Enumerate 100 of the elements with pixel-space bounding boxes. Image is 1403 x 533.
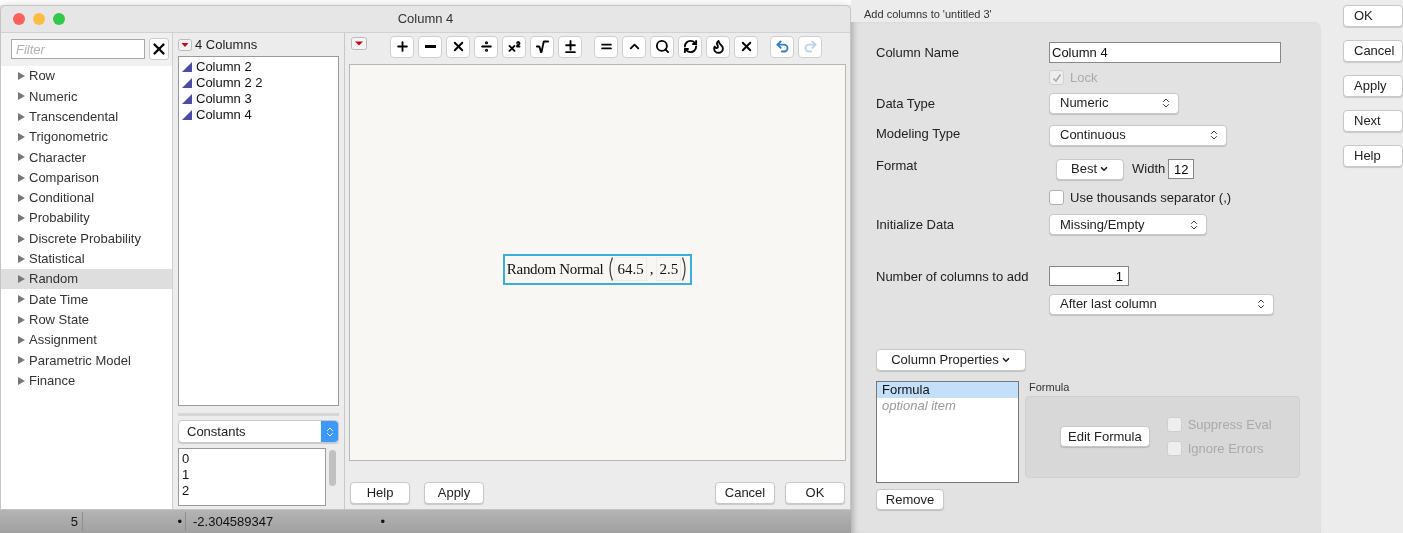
column-item[interactable]: Column 4 [182,107,338,123]
refresh-icon [682,39,698,55]
function-group-item[interactable]: Parametric Model [1,350,172,371]
data-type-select[interactable]: Numeric [1049,92,1179,114]
modeling-type-select[interactable]: Continuous [1049,124,1227,146]
remove-button[interactable]: Remove [876,488,944,510]
dialog-button[interactable]: Apply [1343,75,1403,97]
edit-formula-button[interactable]: Edit Formula [1060,426,1150,447]
toolbar-button[interactable] [678,35,702,58]
format-menu-button[interactable]: Best [1056,158,1124,180]
toolbar-button[interactable] [622,35,646,58]
function-group-item[interactable]: Statistical [1,248,172,269]
toolbar-button[interactable] [594,35,618,58]
disclosure-triangle-icon [18,234,25,243]
dialog-button[interactable]: OK [1343,5,1403,27]
constant-item[interactable]: 2 [182,483,325,499]
undo-icon [774,39,790,55]
column-name-field[interactable]: Column 4 [1049,42,1281,63]
toolbar-button[interactable] [446,35,470,58]
argument-slot[interactable]: 64.5 [614,256,647,282]
checkbox-label: Lock [1070,69,1098,87]
stepper-icon [1160,97,1172,109]
constant-item[interactable]: 0 [182,451,325,467]
dialog-button[interactable]: Help [350,482,410,505]
disclosure-triangle-icon [18,315,25,324]
function-group-item[interactable]: Conditional [1,187,172,209]
column-item[interactable]: Column 3 [182,91,338,107]
field-label: Modeling Type [876,124,962,143]
function-name: Random Normal [506,259,604,279]
superscript-icon [506,39,522,55]
constants-select[interactable]: Constants [178,420,339,443]
function-group-item[interactable]: Character [1,147,172,168]
property-item[interactable]: Formula [877,381,1018,398]
table-cell: • [82,511,185,532]
dialog-button[interactable]: Cancel [1343,40,1403,62]
window-title: Column 4 [397,10,454,29]
position-select[interactable]: After last column [1049,293,1274,315]
disclosure-triangle-icon [18,356,25,365]
field-label: Width [1132,160,1166,179]
columns-menu-button[interactable]: 4 Columns [178,35,258,55]
redo-icon [802,39,818,55]
disclosure-triangle-icon [18,254,25,263]
function-group-item[interactable]: Random [1,268,172,290]
column-item[interactable]: Column 2 2 [182,75,338,91]
field-label: Initialize Data [876,216,956,234]
function-group-item[interactable]: Date Time [1,289,172,310]
stepper-icon [1188,218,1200,231]
dialog-button[interactable]: Help [1343,145,1403,167]
group-title: Formula [1028,380,1071,394]
toolbar-button[interactable] [390,35,414,58]
column-properties-button[interactable]: Column Properties [876,348,1026,371]
dialog-button[interactable]: OK [785,482,845,505]
toolbar-button[interactable] [474,35,498,58]
width-field[interactable]: 12 [1168,159,1195,179]
toolbar-button[interactable] [418,35,442,58]
filter-field[interactable]: Filter [11,39,145,59]
constant-item[interactable]: 1 [182,467,325,483]
function-group-item[interactable]: Row [1,66,172,87]
function-group-item[interactable]: Numeric [1,86,172,107]
disclosure-triangle-icon [18,214,25,223]
field-label: Number of columns to add [876,268,1030,286]
argument-separator: , [649,259,654,279]
table-cell-text: • [379,512,386,531]
dialog-button[interactable]: Next [1343,110,1403,132]
toolbar-button[interactable] [706,35,730,58]
row-number: 5 [69,512,79,531]
function-group-item[interactable]: Discrete Probability [1,228,172,249]
checkbox[interactable] [1049,189,1064,205]
initialize-data-select[interactable]: Missing/Empty [1049,214,1207,235]
toolbar-button[interactable] [530,35,554,58]
formula-expression[interactable]: Random Normal 64.5 , 2.5 [502,253,693,285]
column-item[interactable]: Column 2 [182,59,338,75]
dropdown-icon[interactable] [351,37,367,51]
function-group-item[interactable]: Row State [1,309,172,330]
dialog-button[interactable]: Cancel [715,482,775,505]
toolbar-button[interactable] [502,35,526,58]
function-group-item[interactable]: Trigonometric [1,126,172,148]
dialog-title: Add columns to 'untitled 3' [863,7,993,22]
disclosure-triangle-icon [18,92,25,101]
toolbar-button[interactable] [558,35,582,58]
disclosure-triangle-icon [18,336,25,344]
scrollbar-thumb[interactable] [329,450,336,486]
clear-filter-button[interactable] [149,38,169,60]
column-count-field[interactable]: 1 [1049,266,1129,286]
function-group-item[interactable]: Probability [1,208,172,229]
argument-slot[interactable]: 2.5 [656,256,682,282]
disclosure-triangle-icon [18,72,25,81]
function-group-item[interactable]: Finance [1,370,172,391]
toolbar-button[interactable] [650,35,674,58]
close-icon [150,40,168,58]
function-group-item[interactable]: Assignment [1,329,172,351]
function-group-item[interactable]: Transcendental [1,106,172,127]
dialog-button[interactable]: Apply [424,482,484,505]
field-label: Column Name [876,44,961,62]
checkbox-label: Use thousands separator (,) [1070,188,1232,207]
toolbar-button[interactable] [734,35,758,58]
caret-icon [1099,164,1109,174]
disclosure-triangle-icon [18,295,25,304]
dropdown-icon [178,39,192,51]
function-group-item[interactable]: Comparison [1,167,172,188]
